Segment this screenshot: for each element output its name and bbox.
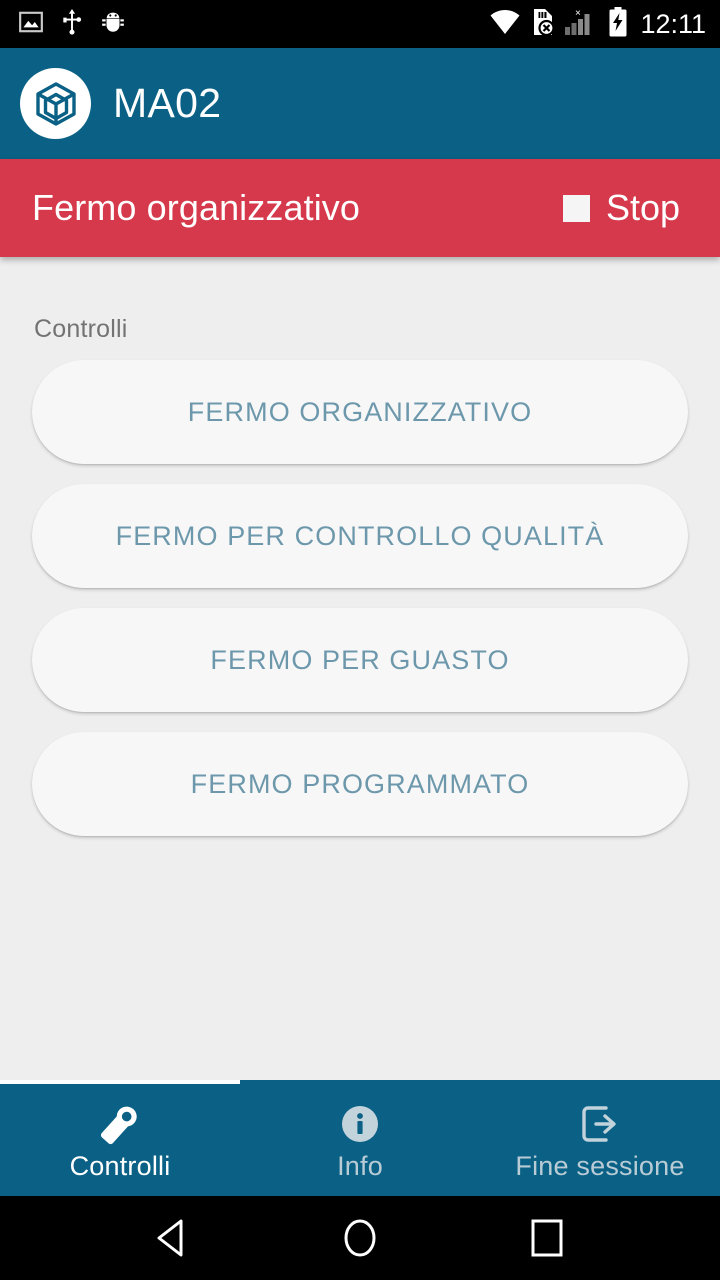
cell-signal-icon: ×	[565, 7, 599, 42]
control-button-fermo-programmato[interactable]: FERMO PROGRAMMATO	[32, 732, 688, 836]
status-bar-clock: 12:11	[640, 8, 706, 39]
recents-square-icon[interactable]	[502, 1208, 592, 1268]
nav-label-fine-sessione: Fine sessione	[515, 1150, 685, 1181]
usb-icon	[60, 8, 84, 40]
android-debug-icon	[100, 9, 126, 40]
active-tab-indicator	[0, 1080, 240, 1084]
main-content: Controlli FERMO ORGANIZZATIVO FERMO PER …	[0, 257, 720, 1080]
back-triangle-icon[interactable]	[128, 1208, 218, 1268]
android-system-nav	[0, 1196, 720, 1280]
stop-button[interactable]: Stop	[562, 187, 680, 229]
info-circle-icon	[339, 1103, 381, 1145]
nav-item-info[interactable]: Info	[240, 1084, 480, 1196]
page-title: MA02	[113, 80, 222, 126]
home-circle-icon[interactable]	[315, 1208, 405, 1268]
cube-logo-icon	[20, 68, 91, 139]
exit-session-icon	[578, 1103, 622, 1145]
section-header-controlli: Controlli	[34, 315, 128, 343]
status-bar-left-icons	[18, 8, 126, 40]
screenshot-icon	[18, 9, 44, 40]
nav-item-controlli[interactable]: Controlli	[0, 1084, 240, 1196]
stop-button-label: Stop	[605, 187, 680, 228]
wifi-icon	[489, 9, 521, 40]
bottom-navigation: Controlli Info Fine sessione	[0, 1080, 720, 1196]
status-bar: × 12:11	[0, 0, 720, 48]
control-button-fermo-guasto[interactable]: FERMO PER GUASTO	[32, 608, 688, 712]
wrench-icon	[98, 1103, 142, 1145]
nav-label-controlli: Controlli	[69, 1150, 171, 1181]
control-button-list: FERMO ORGANIZZATIVO FERMO PER CONTROLLO …	[32, 360, 688, 836]
nav-label-info: Info	[337, 1150, 383, 1181]
svg-text:×: ×	[575, 8, 581, 19]
nav-item-fine-sessione[interactable]: Fine sessione	[480, 1084, 720, 1196]
phone-screen: × 12:11 MA02 Fermo organizzativo Stop Co…	[0, 0, 720, 1280]
control-button-fermo-controllo-qualita[interactable]: FERMO PER CONTROLLO QUALITÀ	[32, 484, 688, 588]
app-bar: MA02	[0, 48, 720, 159]
control-button-fermo-organizzativo[interactable]: FERMO ORGANIZZATIVO	[32, 360, 688, 464]
stop-square-icon	[562, 194, 590, 222]
machine-state-label: Fermo organizzativo	[32, 187, 361, 228]
battery-charging-icon	[608, 6, 628, 42]
machine-state-banner: Fermo organizzativo Stop	[0, 159, 720, 257]
no-sim-card-icon	[530, 7, 556, 42]
status-bar-right-icons: × 12:11	[489, 6, 706, 42]
